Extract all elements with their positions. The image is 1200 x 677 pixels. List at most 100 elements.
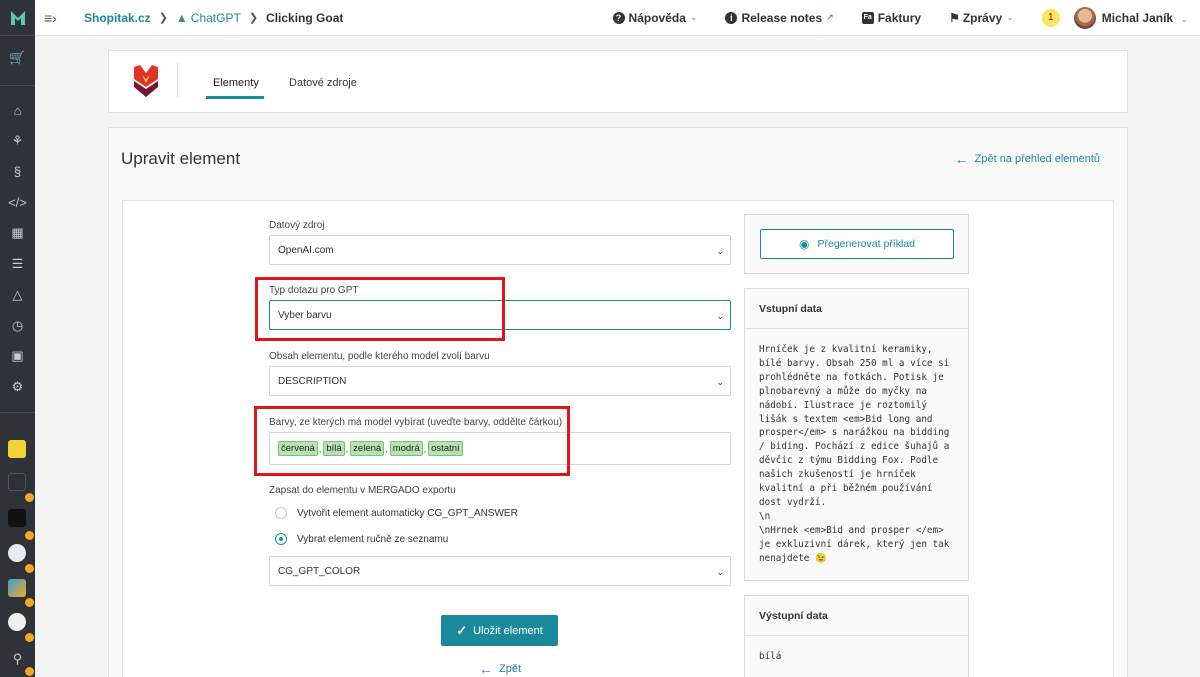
active-tab-indicator (206, 96, 264, 99)
apps-icon[interactable]: ▣ (0, 344, 35, 368)
chevron-down-icon: ⌄ (716, 567, 724, 577)
external-link-icon: ↗ (826, 12, 834, 22)
radio-auto-label: Vytvořit element automaticky CG_GPT_ANSW… (297, 507, 518, 519)
data-source-label: Datový zdroj (269, 220, 325, 231)
network-icon[interactable]: ⚘ (0, 129, 35, 153)
messages-label: Zprávy (962, 10, 1003, 25)
clicking-goat-logo (131, 63, 161, 99)
input-data-title: Vstupní data (745, 289, 968, 329)
left-rail: 🛒 ⌂ ⚘ § </> ▦ ☰ △ ◷ ▣ ⚙ ⚲ (0, 0, 35, 677)
content-select[interactable]: DESCRIPTION ⌄ (269, 366, 731, 396)
regenerate-label: Přegenerovat příklad (817, 238, 915, 250)
app-header: Elementy Datové zdroje (108, 50, 1128, 113)
data-source-value: OpenAI.com (278, 244, 334, 256)
breadcrumb-shop[interactable]: Shopitak.cz (84, 11, 151, 25)
cart-icon[interactable]: 🛒 (0, 46, 35, 70)
user-name: Michal Janík (1101, 10, 1174, 25)
write-target-label: Zapsat do elementu v MERGADO exportu (269, 485, 456, 496)
check-icon: ✓ (456, 622, 468, 638)
element-select[interactable]: CG_GPT_COLOR ⌄ (269, 556, 731, 586)
avatar[interactable] (1073, 6, 1096, 29)
chevron-down-icon: ⌄ (1180, 13, 1188, 24)
radio-button[interactable] (275, 507, 287, 519)
info-icon: i (725, 11, 738, 24)
radio-manual-element[interactable]: Vybrat element ručně ze seznamu (275, 533, 448, 545)
input-data-card: Vstupní data Hrníček je z kvalitní keram… (744, 288, 969, 581)
radio-manual-label: Vybrat element ručně ze seznamu (297, 533, 449, 545)
collapse-menu-icon[interactable]: ≡› (44, 10, 66, 26)
edit-element-panel: Upravit element ← Zpět na přehled elemen… (108, 127, 1128, 677)
chevron-right-icon: ❯ (158, 12, 168, 24)
formula-icon[interactable]: ▦ (0, 221, 35, 245)
highlight-box (255, 277, 505, 341)
page-title: Upravit element (121, 149, 241, 168)
top-bar: ≡› Shopitak.cz ❯ ▲ ChatGPT ❯ Clicking Go… (35, 0, 1200, 36)
arrow-left-icon: ← (954, 151, 969, 167)
app-icon[interactable] (8, 579, 26, 597)
tab-elements[interactable]: Elementy (213, 77, 259, 89)
tab-data-sources[interactable]: Datové zdroje (289, 77, 357, 89)
release-notes-link[interactable]: i Release notes ↗ (725, 10, 834, 25)
release-notes-label: Release notes (741, 10, 823, 25)
chevron-down-icon: ⌄ (1006, 12, 1014, 22)
breadcrumb-current: Clicking Goat (266, 10, 344, 25)
output-data-card: Výstupní data bílá (744, 595, 969, 677)
app-icon[interactable] (8, 544, 26, 562)
save-element-button[interactable]: ✓ Uložit element (441, 615, 558, 646)
back-label: Zpět (499, 663, 522, 675)
regenerate-button[interactable]: ◉ Přegenerovat příklad (760, 229, 954, 259)
app-badge (25, 531, 34, 540)
eye-icon: ◉ (799, 237, 810, 251)
chart-icon[interactable]: △ (0, 283, 35, 307)
question-icon: ? (612, 11, 625, 24)
data-source-select[interactable]: OpenAI.com ⌄ (269, 235, 731, 265)
help-menu[interactable]: ? Nápověda ⌄ (612, 10, 698, 25)
messages-menu[interactable]: ⚑ Zprávy ⌄ (949, 11, 1014, 25)
content-value: DESCRIPTION (278, 375, 347, 387)
app-badge (25, 598, 34, 607)
list-icon[interactable]: ☰ (0, 252, 35, 276)
breadcrumb-channel[interactable]: ChatGPT (191, 11, 241, 25)
rules-icon[interactable]: § (0, 159, 35, 183)
help-label: Nápověda (628, 10, 686, 25)
chevron-down-icon: ⌄ (689, 12, 698, 22)
app-icon[interactable] (8, 440, 26, 458)
home-icon[interactable]: ⌂ (0, 98, 35, 122)
app-badge (25, 493, 34, 502)
input-data-text: Hrníček je z kvalitní keramiky, bílé bar… (759, 344, 950, 564)
app-icon[interactable] (8, 613, 26, 631)
element-value: CG_GPT_COLOR (278, 565, 361, 577)
back-to-list-link[interactable]: ← Zpět na přehled elementů (955, 151, 1100, 167)
app-icon[interactable] (8, 473, 26, 491)
app-badge (25, 564, 34, 573)
radio-button-selected[interactable] (275, 533, 287, 545)
mergado-logo[interactable] (0, 0, 35, 35)
regenerate-card: ◉ Přegenerovat příklad (744, 214, 969, 274)
invoices-label: Faktury (877, 10, 922, 25)
notification-count[interactable]: 1 (1041, 8, 1060, 27)
top-right-menu: ? Nápověda ⌄ i Release notes ↗ Fa Faktur… (585, 0, 1200, 36)
settings-icon[interactable]: ⚙ (0, 375, 35, 399)
output-data-title: Výstupní data (745, 596, 968, 636)
code-icon[interactable]: </> (0, 190, 35, 214)
history-icon[interactable]: ◷ (0, 314, 35, 338)
bell-icon: ⚑ (949, 10, 960, 25)
chevron-down-icon: ⌄ (716, 377, 724, 387)
breadcrumb: Shopitak.cz ❯ ▲ ChatGPT ❯ Clicking Goat (84, 11, 343, 25)
back-link[interactable]: ← Zpět (479, 661, 521, 677)
chevron-down-icon: ⌄ (716, 311, 724, 321)
form-area: Datový zdroj OpenAI.com ⌄ Typ dotazu pro… (122, 200, 1114, 677)
invoices-link[interactable]: Fa Faktury (861, 10, 922, 25)
radio-auto-element[interactable]: Vytvořit element automaticky CG_GPT_ANSW… (275, 507, 518, 519)
save-label: Uložit element (473, 624, 543, 637)
app-badge (25, 633, 34, 642)
output-data-text: bílá (759, 651, 782, 662)
app-badge (25, 667, 34, 676)
arrow-left-icon: ← (479, 661, 493, 677)
app-icon[interactable] (8, 509, 26, 527)
chevron-right-icon: ❯ (248, 12, 259, 24)
back-to-list-label: Zpět na přehled elementů (974, 153, 1100, 165)
user-menu[interactable]: Michal Janík ⌄ (1102, 11, 1188, 25)
content-label: Obsah elementu, podle kterého model zvol… (269, 351, 490, 362)
tree-icon: ▲ (175, 10, 188, 25)
